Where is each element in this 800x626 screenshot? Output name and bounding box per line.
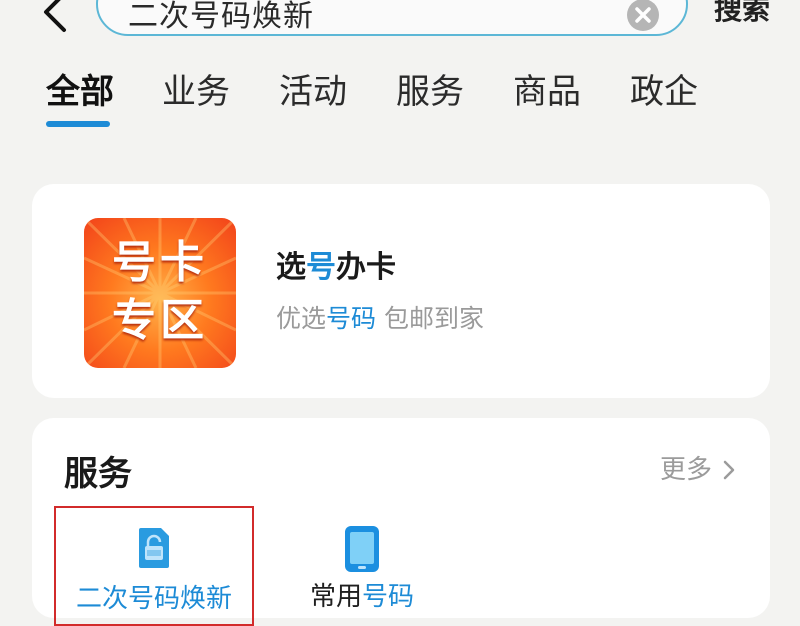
promo-title-highlight: 号: [306, 250, 336, 285]
tab-activities[interactable]: 活动: [279, 72, 347, 112]
clear-icon[interactable]: [626, 0, 660, 32]
active-tab-indicator: [46, 121, 110, 127]
tab-business[interactable]: 业务: [162, 72, 230, 112]
search-input[interactable]: 二次号码焕新: [96, 0, 688, 36]
more-link[interactable]: 更多: [660, 454, 736, 486]
service-item-number-renew[interactable]: 二次号码焕新: [54, 506, 254, 626]
promo-title-pre: 选: [276, 250, 306, 285]
tab-enterprise[interactable]: 政企: [630, 72, 698, 112]
phone-icon: [343, 524, 381, 578]
promo-banner-line2: 专区: [112, 295, 208, 346]
promo-subtitle-pre: 优选: [276, 304, 327, 333]
promo-subtitle-highlight: 号码: [326, 304, 377, 333]
back-button[interactable]: [38, 0, 74, 36]
promo-title-post: 办卡: [336, 250, 396, 285]
promo-title: 选号办卡: [276, 250, 396, 286]
tab-products[interactable]: 商品: [513, 72, 581, 112]
services-section: 服务 更多 二次号码焕新 常用号码: [32, 418, 770, 626]
unlock-sim-icon: [135, 526, 173, 574]
service-item-label: 常用号码: [262, 582, 462, 612]
service-item-common-numbers[interactable]: 常用号码: [262, 506, 462, 626]
tab-all[interactable]: 全部: [46, 72, 114, 112]
chevron-left-icon: [44, 0, 66, 32]
promo-banner-image: 号卡 专区: [84, 218, 236, 368]
promo-banner-line1: 号卡: [112, 237, 208, 288]
search-button[interactable]: 搜索: [714, 0, 770, 26]
tab-services[interactable]: 服务: [396, 72, 464, 112]
chevron-right-icon: [723, 460, 735, 480]
more-label: 更多: [660, 455, 713, 485]
service-item-label-highlight: 号码: [362, 582, 415, 612]
promo-subtitle-post: 包邮到家: [376, 304, 484, 333]
search-input-value: 二次号码焕新: [128, 0, 314, 34]
promo-subtitle: 优选号码 包邮到家: [276, 304, 484, 334]
service-item-label-pre: 常用: [309, 582, 362, 612]
service-item-label: 二次号码焕新: [75, 584, 232, 614]
services-heading: 服务: [64, 454, 132, 494]
number-card-promo[interactable]: 号卡 专区 选号办卡 优选号码 包邮到家: [32, 184, 770, 398]
